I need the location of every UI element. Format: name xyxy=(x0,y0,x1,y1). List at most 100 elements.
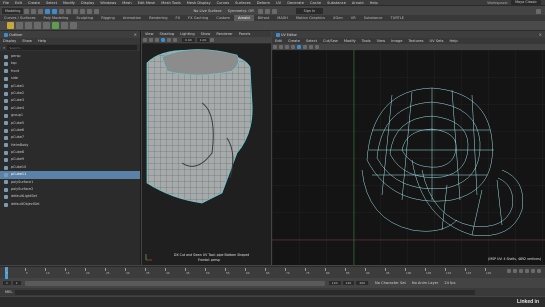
vp-menu-show[interactable]: Show xyxy=(198,32,214,36)
menu-item[interactable]: Select xyxy=(43,1,60,5)
light-skydome-icon[interactable] xyxy=(25,22,32,29)
select-by-object-icon[interactable] xyxy=(52,8,58,14)
menu-item[interactable]: Arnold xyxy=(349,1,367,5)
menu-item[interactable]: Deform xyxy=(254,1,273,5)
toggle-panels-icon[interactable] xyxy=(536,8,541,14)
light-mesh-icon[interactable] xyxy=(34,22,41,29)
snap-live-icon[interactable] xyxy=(94,8,100,14)
volume-icon[interactable] xyxy=(61,22,68,29)
uv-menu-textures[interactable]: Textures xyxy=(405,39,426,43)
uv-menu-view[interactable]: View xyxy=(374,39,389,43)
range-end2-field[interactable]: 120 xyxy=(342,281,355,285)
uv-menu-select[interactable]: Select xyxy=(303,39,320,43)
menu-item[interactable]: Windows xyxy=(97,1,119,5)
play-forward-icon[interactable] xyxy=(525,269,529,273)
range-start2-field[interactable]: 1 xyxy=(12,281,21,285)
close-icon[interactable]: × xyxy=(134,32,137,37)
vp-menu-renderer[interactable]: Renderer xyxy=(213,32,235,36)
menu-item[interactable]: Mesh xyxy=(119,1,134,5)
command-input[interactable] xyxy=(15,289,476,295)
range-start-field[interactable]: 1 xyxy=(3,281,11,285)
light-area-icon[interactable] xyxy=(16,22,23,29)
uv-move-icon[interactable] xyxy=(279,45,283,49)
uv-menu-cutsew[interactable]: Cut/Sew xyxy=(320,39,341,43)
go-to-end-icon[interactable] xyxy=(537,269,541,273)
outliner-item[interactable]: pCube8 xyxy=(0,149,140,156)
close-icon[interactable]: × xyxy=(539,32,542,37)
outliner-search-input[interactable] xyxy=(7,45,137,50)
outliner-menu-help[interactable]: Help xyxy=(35,39,49,43)
render-settings-icon[interactable] xyxy=(271,8,277,14)
snap-grid-icon[interactable] xyxy=(66,8,72,14)
gamma-field[interactable]: 1.00 xyxy=(196,38,210,42)
outliner-item[interactable]: pCube9 xyxy=(0,156,140,163)
character-set-select[interactable]: No Character Set xyxy=(372,281,409,285)
menu-item[interactable]: Mesh Display xyxy=(184,1,214,5)
exposure-field[interactable]: 0.00 xyxy=(182,38,195,42)
menu-item[interactable]: Curves xyxy=(214,1,232,5)
sign-in-button[interactable]: Sign In xyxy=(295,8,324,14)
go-to-start-icon[interactable] xyxy=(507,269,511,273)
menu-item[interactable]: Modify xyxy=(60,1,78,5)
menu-item[interactable]: Mesh Tools xyxy=(158,1,183,5)
uv-shell-icon[interactable] xyxy=(297,45,301,49)
wireframe-icon[interactable] xyxy=(155,38,159,42)
outliner-item[interactable]: HelmBody xyxy=(0,142,140,149)
open-scene-icon[interactable] xyxy=(31,8,37,14)
outliner-item[interactable]: pCube3 xyxy=(0,97,140,104)
uv-grid-icon[interactable] xyxy=(315,45,319,49)
range-max-field[interactable]: 200 xyxy=(356,281,369,285)
command-language[interactable]: MEL xyxy=(2,290,15,294)
menu-item[interactable]: Display xyxy=(78,1,97,5)
outliner-item[interactable]: pCube11 xyxy=(0,171,140,179)
arnold-render-icon[interactable] xyxy=(7,22,14,29)
menu-item[interactable]: Edit Mesh xyxy=(135,1,159,5)
grid-icon[interactable] xyxy=(149,38,153,42)
workspace-select[interactable]: Maya Classic xyxy=(511,0,541,5)
outliner-item[interactable]: polySurface2 xyxy=(0,186,140,193)
menu-item[interactable]: Generate xyxy=(284,1,307,5)
menu-item[interactable]: Substance xyxy=(324,1,349,5)
menu-item[interactable]: File xyxy=(0,1,12,5)
vp-menu-shading[interactable]: Shading xyxy=(157,32,178,36)
uv-menu-tools[interactable]: Tools xyxy=(359,39,374,43)
uv-menu-uvsets[interactable]: UV Sets xyxy=(426,39,446,43)
lights-icon[interactable] xyxy=(173,38,177,42)
range-end-field[interactable]: 120 xyxy=(328,281,341,285)
vp-menu-view[interactable]: View xyxy=(142,32,157,36)
outliner-item[interactable]: side xyxy=(0,75,140,82)
outliner-menu-show[interactable]: Show xyxy=(19,39,35,43)
uv-distortion-icon[interactable] xyxy=(309,45,313,49)
outliner-item[interactable]: pCube2 xyxy=(0,90,140,97)
range-slider[interactable] xyxy=(24,280,325,286)
menu-item[interactable]: Help xyxy=(367,1,381,5)
timeline[interactable]: 0 5 10 15 20 25 30 35 40 45 50 55 60 65 70 75 80 85 90 95 10… xyxy=(0,266,545,279)
uv-scale-icon[interactable] xyxy=(291,45,295,49)
no-live-surface-label[interactable]: No Live Surface xyxy=(190,9,224,13)
outliner-item[interactable]: group1 xyxy=(0,112,140,119)
select-by-hierarchy-icon[interactable] xyxy=(45,8,51,14)
render-frame-icon[interactable] xyxy=(257,8,263,14)
step-back-icon[interactable] xyxy=(513,269,517,273)
outliner-item[interactable]: polySurface1 xyxy=(0,179,140,186)
snap-point-icon[interactable] xyxy=(80,8,86,14)
uv-checker-icon[interactable] xyxy=(303,45,307,49)
light-photometric-icon[interactable] xyxy=(43,22,50,29)
uv-menu-edit[interactable]: Edit xyxy=(272,39,285,43)
outliner-item[interactable]: defaultObjectSet xyxy=(0,201,140,208)
uv-menu-create[interactable]: Create xyxy=(285,39,303,43)
outliner-item[interactable]: front xyxy=(0,68,140,75)
standin-icon[interactable] xyxy=(52,22,59,29)
new-scene-icon[interactable] xyxy=(24,8,30,14)
vp-menu-panels[interactable]: Panels xyxy=(236,32,254,36)
uv-menu-modify[interactable]: Modify xyxy=(341,39,359,43)
vp-menu-lighting[interactable]: Lighting xyxy=(177,32,198,36)
flush-cache-icon[interactable] xyxy=(70,22,77,29)
ipr-render-icon[interactable] xyxy=(264,8,270,14)
outliner-item[interactable]: persp xyxy=(0,53,140,60)
outliner-item[interactable]: pCube6 xyxy=(0,127,140,134)
color-management-icon[interactable] xyxy=(210,38,215,42)
outliner-item[interactable]: top xyxy=(0,60,140,67)
play-back-icon[interactable] xyxy=(519,269,523,273)
outliner-item[interactable]: defaultLightSet xyxy=(0,193,140,200)
